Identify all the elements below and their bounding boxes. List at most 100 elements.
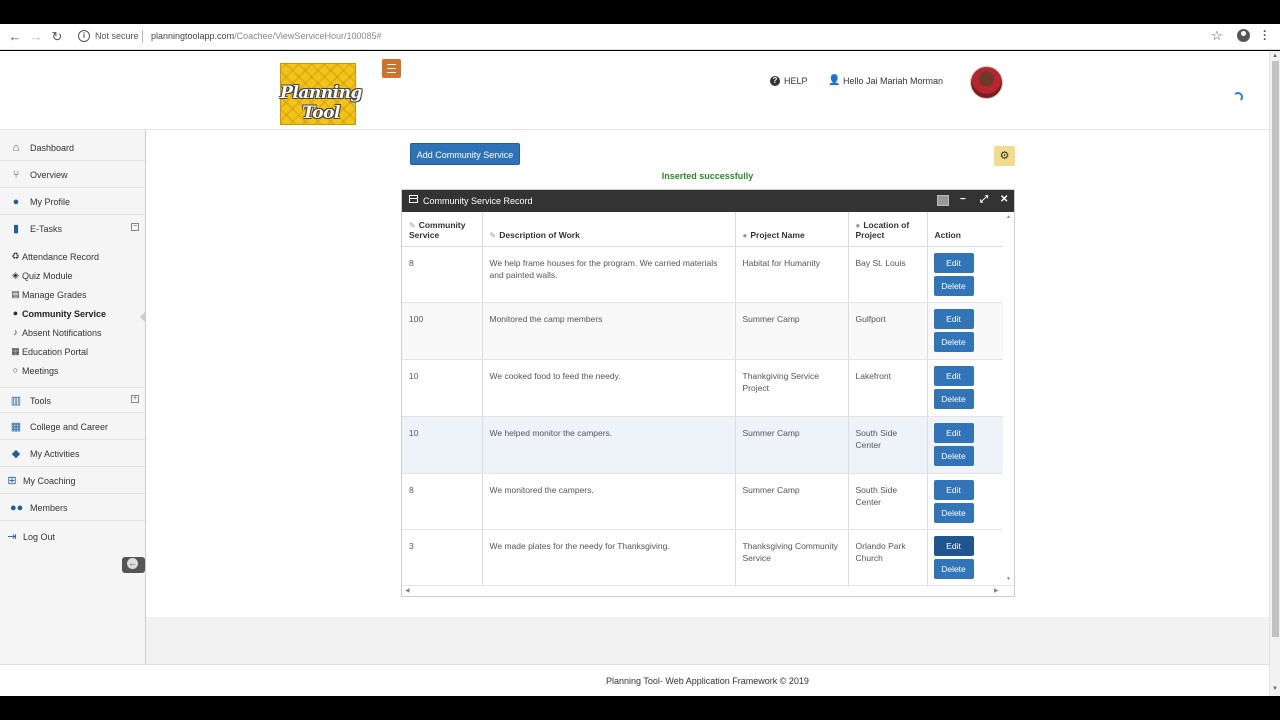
color-picker-icon[interactable] <box>937 195 949 206</box>
back-icon[interactable]: ← <box>8 30 22 44</box>
reload-icon[interactable]: ↻ <box>50 30 64 44</box>
cube-icon: ◈ <box>12 270 19 280</box>
sidebar-item-my-profile[interactable]: ● My Profile <box>0 189 145 215</box>
location-cell: Bay St. Louis <box>848 246 928 304</box>
sidebar-item-tools[interactable]: ▥ Tools + <box>0 387 145 413</box>
sitemap-icon: ⊞ <box>7 475 17 487</box>
delete-button[interactable]: Delete <box>933 445 974 466</box>
book-icon: ▦ <box>11 346 20 356</box>
logo-text: Planning Tool <box>280 83 362 123</box>
delete-button[interactable]: Delete <box>933 559 974 580</box>
location-cell: South Side Center <box>848 473 928 531</box>
hours-cell: 100 <box>402 302 483 361</box>
avatar[interactable] <box>970 66 1003 99</box>
edit-button[interactable]: Edit <box>933 479 974 500</box>
sidebar-item-my-activities[interactable]: ◆ My Activities <box>0 441 145 467</box>
delete-button[interactable]: Delete <box>933 502 974 523</box>
table-row: 100 Monitored the camp members Summer Ca… <box>402 302 1003 361</box>
sidebar-item-label: Dashboard <box>30 143 75 153</box>
forward-icon[interactable]: → <box>29 30 43 44</box>
scrollbar-thumb[interactable] <box>1272 61 1279 637</box>
column-header-location[interactable]: ● Location of Project <box>848 212 928 247</box>
expand-toggle-icon[interactable]: + <box>131 395 139 403</box>
minimize-icon[interactable]: − <box>960 194 966 205</box>
delete-button[interactable]: Delete <box>933 332 974 353</box>
bookmark-star-icon[interactable]: ☆ <box>1211 28 1223 44</box>
sidebar-subitem-label: Community Service <box>22 309 107 319</box>
fullscreen-icon[interactable]: ⤢ <box>980 194 988 205</box>
bar-chart-icon: ▥ <box>10 395 22 407</box>
table-row: 10 We helped monitor the campers. Summer… <box>402 416 1003 474</box>
sidebar-subitem-label: Meetings <box>22 366 59 376</box>
table-header-row: ✎ Community Service ✎ Description of Work … <box>402 212 1003 247</box>
account-icon[interactable] <box>1237 29 1250 42</box>
project-cell: Thanksgiving Community Service <box>735 529 849 585</box>
info-icon[interactable]: i <box>78 30 90 42</box>
settings-gear-icon[interactable]: ⚙ <box>994 146 1015 166</box>
edit-button[interactable]: Edit <box>933 252 974 273</box>
action-cell: Edit Delete <box>927 302 1003 361</box>
active-indicator-arrow <box>140 312 145 322</box>
sidebar-item-college-and-career[interactable]: ▦ College and Career <box>0 414 145 440</box>
table-row: 3 We made plates for the needy for Thank… <box>402 529 1003 585</box>
column-header-community-service[interactable]: ✎ Community Service <box>402 212 483 247</box>
user-icon: ● <box>855 220 861 230</box>
user-icon: ● <box>742 230 748 240</box>
sidebar-item-label: Members <box>30 503 68 513</box>
sidebar-collapse-button[interactable] <box>122 557 145 573</box>
add-community-service-button[interactable]: Add Community Service <box>410 143 520 165</box>
hamburger-menu-icon[interactable] <box>382 59 401 78</box>
description-cell: We cooked food to feed the needy. <box>482 359 736 417</box>
scroll-down-icon[interactable]: ▼ <box>1272 686 1278 692</box>
sidebar-item-e-tasks[interactable]: ▮ E-Tasks − <box>0 216 145 242</box>
close-icon[interactable]: ✕ <box>1000 194 1008 205</box>
hours-cell: 8 <box>402 246 483 304</box>
project-cell: Summer Camp <box>735 302 849 361</box>
logo[interactable]: Planning Tool <box>268 61 374 127</box>
page-footer: Planning Tool- Web Application Framework… <box>0 664 1269 696</box>
action-cell: Edit Delete <box>927 359 1003 417</box>
address-bar[interactable]: planningtoolapp.com/Coachee/ViewServiceH… <box>151 31 382 41</box>
sidebar-item-my-coaching[interactable]: ⊞ My Coaching <box>0 468 145 494</box>
column-header-label: Community Service <box>409 219 466 240</box>
column-header-project-name[interactable]: ● Project Name <box>735 212 849 247</box>
table-horizontal-scrollbar[interactable]: ◀ ▶ <box>402 585 1014 596</box>
help-icon[interactable]: ? <box>770 76 780 86</box>
table-vertical-scrollbar[interactable]: ▲ ▼ <box>1004 212 1014 585</box>
address-separator <box>142 30 143 43</box>
collapse-toggle-icon[interactable]: − <box>131 223 139 231</box>
description-cell: We helped monitor the campers. <box>482 416 736 474</box>
sidebar: ⌂ Dashboard ⑂ Overview ● My Profile ▮ E-… <box>0 130 146 664</box>
delete-button[interactable]: Delete <box>933 389 974 410</box>
page-vertical-scrollbar[interactable]: ▲ ▼ <box>1269 51 1280 696</box>
service-table-container: ✎ Community Service ✎ Description of Work … <box>402 212 1003 585</box>
sidebar-subitem-label: Manage Grades <box>22 290 87 300</box>
sidebar-item-log-out[interactable]: ⇥ Log Out <box>0 524 145 550</box>
column-header-description[interactable]: ✎ Description of Work <box>482 212 736 247</box>
edit-button[interactable]: Edit <box>933 309 974 330</box>
edit-button[interactable]: Edit <box>933 422 974 443</box>
delete-button[interactable]: Delete <box>933 275 974 296</box>
sidebar-item-overview[interactable]: ⑂ Overview <box>0 162 145 188</box>
scroll-left-icon[interactable]: ◀ <box>405 587 410 594</box>
users-icon: ●● <box>10 502 24 514</box>
edit-button[interactable]: Edit <box>933 536 974 557</box>
sidebar-item-label: My Activities <box>30 449 80 459</box>
description-cell: We monitored the campers. <box>482 473 736 531</box>
help-link[interactable]: HELP <box>784 76 808 86</box>
sidebar-item-dashboard[interactable]: ⌂ Dashboard <box>0 135 145 161</box>
scroll-up-icon[interactable]: ▲ <box>1272 53 1278 59</box>
description-cell: We made plates for the needy for Thanksg… <box>482 529 736 585</box>
location-cell: South Side Center <box>848 416 928 474</box>
scroll-right-icon[interactable]: ▶ <box>994 587 999 594</box>
scroll-up-icon[interactable]: ▲ <box>1006 214 1011 220</box>
scroll-down-icon[interactable]: ▼ <box>1006 576 1011 582</box>
sidebar-item-members[interactable]: ●● Members <box>0 495 145 521</box>
column-header-action: Action <box>927 212 1003 247</box>
user-icon: 👤 <box>828 75 841 86</box>
sidebar-item-label: E-Tasks <box>30 224 63 234</box>
browser-menu-icon[interactable]: · · · <box>1262 25 1268 45</box>
edit-button[interactable]: Edit <box>933 366 974 387</box>
user-greeting[interactable]: Hello Jai Mariah Morman <box>843 76 943 86</box>
hours-cell: 3 <box>402 529 483 585</box>
